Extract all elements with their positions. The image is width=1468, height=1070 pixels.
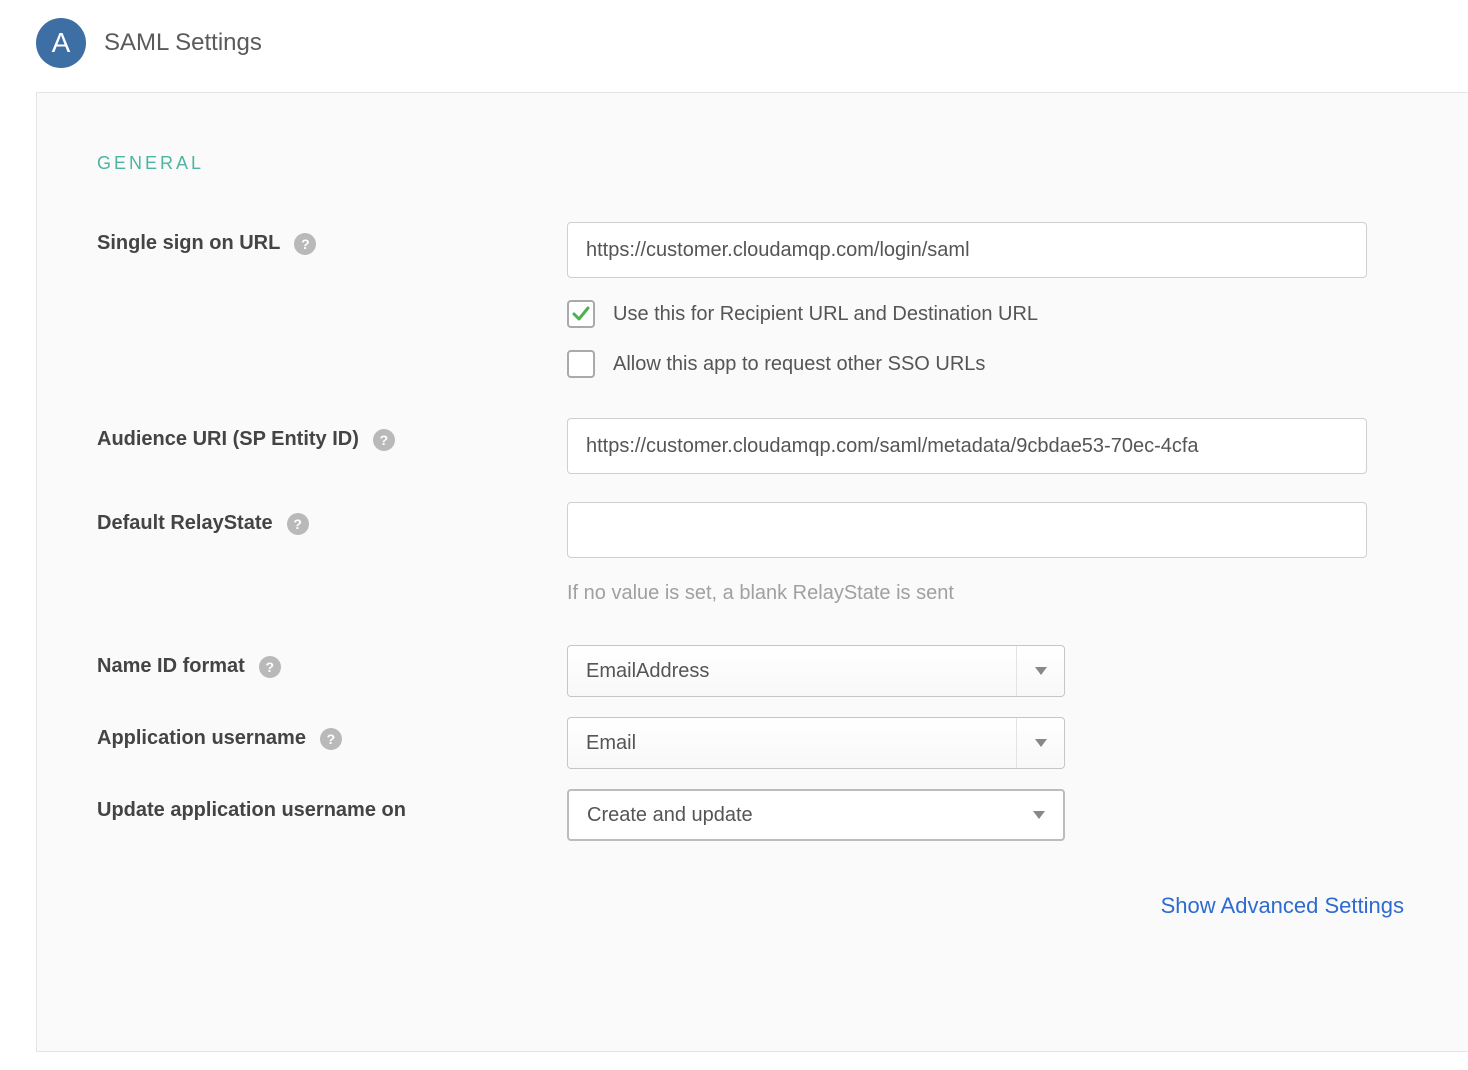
label-relay-state: Default RelayState bbox=[97, 512, 273, 535]
show-advanced-settings-link[interactable]: Show Advanced Settings bbox=[1161, 893, 1404, 919]
chevron-down-icon bbox=[1016, 718, 1064, 768]
row-sso-url: Single sign on URL ? Use this for Recipi… bbox=[97, 222, 1408, 378]
section-title-general: General bbox=[97, 153, 1408, 174]
hint-relay-state: If no value is set, a blank RelayState i… bbox=[567, 582, 1408, 605]
checkmark-icon bbox=[571, 304, 591, 324]
row-name-id-format: Name ID format ? EmailAddress bbox=[97, 645, 1408, 697]
app-badge: A bbox=[36, 18, 86, 68]
select-app-username-value: Email bbox=[586, 732, 636, 755]
row-update-on: Update application username on Create an… bbox=[97, 789, 1408, 841]
app-badge-letter: A bbox=[52, 27, 71, 59]
select-update-on-value: Create and update bbox=[587, 804, 753, 827]
label-name-id-format: Name ID format bbox=[97, 655, 245, 678]
help-icon[interactable]: ? bbox=[320, 728, 342, 750]
label-audience-uri: Audience URI (SP Entity ID) bbox=[97, 428, 359, 451]
input-sso-url[interactable] bbox=[567, 222, 1367, 278]
row-relay-state: Default RelayState ? If no value is set,… bbox=[97, 502, 1408, 605]
chevron-down-icon bbox=[1015, 791, 1063, 839]
select-update-on[interactable]: Create and update bbox=[567, 789, 1065, 841]
chevron-down-icon bbox=[1016, 646, 1064, 696]
select-name-id-format[interactable]: EmailAddress bbox=[567, 645, 1065, 697]
help-icon[interactable]: ? bbox=[294, 233, 316, 255]
row-audience-uri: Audience URI (SP Entity ID) ? bbox=[97, 418, 1408, 474]
label-app-username: Application username bbox=[97, 727, 306, 750]
row-app-username: Application username ? Email bbox=[97, 717, 1408, 769]
help-icon[interactable]: ? bbox=[373, 429, 395, 451]
label-sso-url: Single sign on URL bbox=[97, 232, 280, 255]
help-icon[interactable]: ? bbox=[259, 656, 281, 678]
page-title: SAML Settings bbox=[104, 29, 262, 57]
label-update-on: Update application username on bbox=[97, 799, 406, 822]
settings-panel: General Single sign on URL ? Use this fo… bbox=[36, 92, 1468, 1052]
select-app-username[interactable]: Email bbox=[567, 717, 1065, 769]
select-name-id-format-value: EmailAddress bbox=[586, 660, 709, 683]
checkbox-allow-other-sso-label: Allow this app to request other SSO URLs bbox=[613, 353, 985, 376]
input-audience-uri[interactable] bbox=[567, 418, 1367, 474]
checkbox-recipient-url-label: Use this for Recipient URL and Destinati… bbox=[613, 303, 1038, 326]
input-relay-state[interactable] bbox=[567, 502, 1367, 558]
checkbox-recipient-url[interactable] bbox=[567, 300, 595, 328]
checkbox-allow-other-sso[interactable] bbox=[567, 350, 595, 378]
page-header: A SAML Settings bbox=[0, 0, 1468, 92]
help-icon[interactable]: ? bbox=[287, 513, 309, 535]
